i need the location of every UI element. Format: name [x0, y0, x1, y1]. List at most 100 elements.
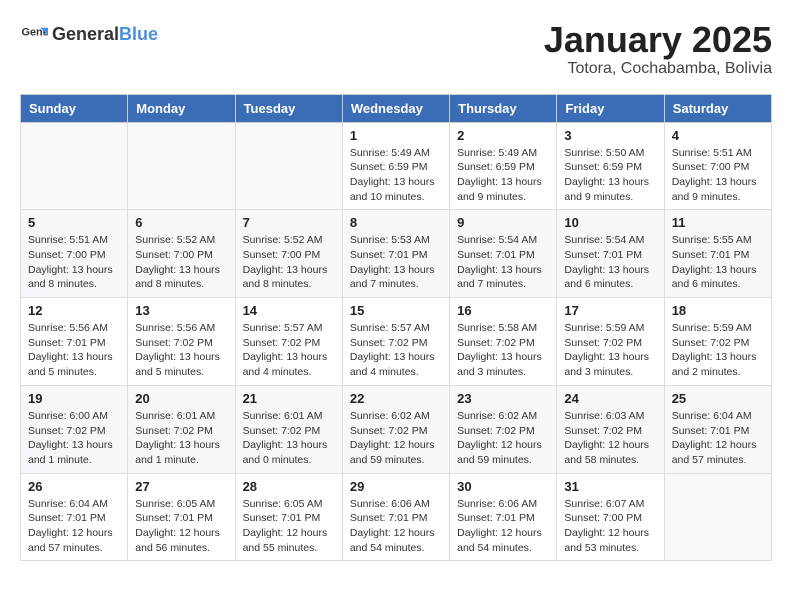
calendar-cell: 17 Sunrise: 5:59 AM Sunset: 7:02 PM Dayli…	[557, 298, 664, 386]
calendar-header-row: SundayMondayTuesdayWednesdayThursdayFrid…	[21, 94, 772, 122]
day-number: 5	[28, 215, 120, 230]
day-info: Sunrise: 5:55 AM Sunset: 7:01 PM Dayligh…	[672, 233, 764, 292]
calendar-cell: 25 Sunrise: 6:04 AM Sunset: 7:01 PM Dayli…	[664, 385, 771, 473]
calendar-cell: 5 Sunrise: 5:51 AM Sunset: 7:00 PM Daylig…	[21, 210, 128, 298]
day-info: Sunrise: 5:52 AM Sunset: 7:00 PM Dayligh…	[243, 233, 335, 292]
calendar-cell: 14Sunrise: 5:57 AM Sunset: 7:02 PM Dayli…	[235, 298, 342, 386]
calendar-cell: 13Sunrise: 5:56 AM Sunset: 7:02 PM Dayli…	[128, 298, 235, 386]
day-info: Sunrise: 6:02 AM Sunset: 7:02 PM Dayligh…	[350, 409, 442, 468]
calendar-cell: 30 Sunrise: 6:06 AM Sunset: 7:01 PM Dayli…	[450, 473, 557, 561]
day-info: Sunrise: 6:02 AM Sunset: 7:02 PM Dayligh…	[457, 409, 549, 468]
day-number: 17	[564, 303, 656, 318]
weekday-header-wednesday: Wednesday	[342, 94, 449, 122]
day-number: 21	[243, 391, 335, 406]
day-info: Sunrise: 5:54 AM Sunset: 7:01 PM Dayligh…	[564, 233, 656, 292]
day-info: Sunrise: 6:05 AM Sunset: 7:01 PM Dayligh…	[135, 497, 227, 556]
day-info: Sunrise: 6:01 AM Sunset: 7:02 PM Dayligh…	[243, 409, 335, 468]
day-number: 2	[457, 128, 549, 143]
day-number: 14	[243, 303, 335, 318]
calendar-week-row: 12 Sunrise: 5:56 AM Sunset: 7:01 PM Dayli…	[21, 298, 772, 386]
calendar-cell	[21, 122, 128, 210]
day-number: 9	[457, 215, 549, 230]
day-info: Sunrise: 5:54 AM Sunset: 7:01 PM Dayligh…	[457, 233, 549, 292]
calendar-week-row: 26 Sunrise: 6:04 AM Sunset: 7:01 PM Dayli…	[21, 473, 772, 561]
calendar-cell: 2Sunrise: 5:49 AM Sunset: 6:59 PM Daylig…	[450, 122, 557, 210]
day-info: Sunrise: 6:03 AM Sunset: 7:02 PM Dayligh…	[564, 409, 656, 468]
calendar-cell: 12 Sunrise: 5:56 AM Sunset: 7:01 PM Dayli…	[21, 298, 128, 386]
calendar-cell: 16Sunrise: 5:58 AM Sunset: 7:02 PM Dayli…	[450, 298, 557, 386]
day-info: Sunrise: 6:04 AM Sunset: 7:01 PM Dayligh…	[28, 497, 120, 556]
day-number: 6	[135, 215, 227, 230]
weekday-header-thursday: Thursday	[450, 94, 557, 122]
day-info: Sunrise: 6:06 AM Sunset: 7:01 PM Dayligh…	[350, 497, 442, 556]
day-info: Sunrise: 6:04 AM Sunset: 7:01 PM Dayligh…	[672, 409, 764, 468]
calendar-week-row: 5 Sunrise: 5:51 AM Sunset: 7:00 PM Daylig…	[21, 210, 772, 298]
day-info: Sunrise: 5:56 AM Sunset: 7:02 PM Dayligh…	[135, 321, 227, 380]
day-info: Sunrise: 5:50 AM Sunset: 6:59 PM Dayligh…	[564, 146, 656, 205]
day-info: Sunrise: 6:05 AM Sunset: 7:01 PM Dayligh…	[243, 497, 335, 556]
day-number: 4	[672, 128, 764, 143]
day-number: 11	[672, 215, 764, 230]
day-info: Sunrise: 6:01 AM Sunset: 7:02 PM Dayligh…	[135, 409, 227, 468]
day-info: Sunrise: 5:51 AM Sunset: 7:00 PM Dayligh…	[672, 146, 764, 205]
weekday-header-friday: Friday	[557, 94, 664, 122]
day-number: 26	[28, 479, 120, 494]
day-info: Sunrise: 5:59 AM Sunset: 7:02 PM Dayligh…	[672, 321, 764, 380]
title-block: January 2025 Totora, Cochabamba, Bolivia	[544, 20, 772, 78]
day-info: Sunrise: 6:06 AM Sunset: 7:01 PM Dayligh…	[457, 497, 549, 556]
day-info: Sunrise: 5:59 AM Sunset: 7:02 PM Dayligh…	[564, 321, 656, 380]
day-number: 24	[564, 391, 656, 406]
calendar-cell	[128, 122, 235, 210]
day-number: 19	[28, 391, 120, 406]
day-number: 3	[564, 128, 656, 143]
page-header: General GeneralBlue January 2025 Totora,…	[20, 20, 772, 78]
day-info: Sunrise: 5:58 AM Sunset: 7:02 PM Dayligh…	[457, 321, 549, 380]
calendar-cell: 28 Sunrise: 6:05 AM Sunset: 7:01 PM Dayli…	[235, 473, 342, 561]
calendar-table: SundayMondayTuesdayWednesdayThursdayFrid…	[20, 94, 772, 562]
day-number: 7	[243, 215, 335, 230]
day-info: Sunrise: 5:49 AM Sunset: 6:59 PM Dayligh…	[350, 146, 442, 205]
day-number: 29	[350, 479, 442, 494]
calendar-cell: 22 Sunrise: 6:02 AM Sunset: 7:02 PM Dayli…	[342, 385, 449, 473]
day-number: 8	[350, 215, 442, 230]
calendar-cell	[235, 122, 342, 210]
day-info: Sunrise: 6:00 AM Sunset: 7:02 PM Dayligh…	[28, 409, 120, 468]
day-number: 31	[564, 479, 656, 494]
calendar-cell: 11 Sunrise: 5:55 AM Sunset: 7:01 PM Dayli…	[664, 210, 771, 298]
calendar-cell: 3 Sunrise: 5:50 AM Sunset: 6:59 PM Daylig…	[557, 122, 664, 210]
day-number: 10	[564, 215, 656, 230]
day-info: Sunrise: 5:57 AM Sunset: 7:02 PM Dayligh…	[350, 321, 442, 380]
location-subtitle: Totora, Cochabamba, Bolivia	[544, 60, 772, 78]
calendar-cell: 23 Sunrise: 6:02 AM Sunset: 7:02 PM Dayli…	[450, 385, 557, 473]
calendar-cell: 20Sunrise: 6:01 AM Sunset: 7:02 PM Dayli…	[128, 385, 235, 473]
day-number: 12	[28, 303, 120, 318]
logo-blue-text: Blue	[119, 24, 158, 44]
calendar-week-row: 1 Sunrise: 5:49 AM Sunset: 6:59 PM Daylig…	[21, 122, 772, 210]
calendar-cell: 29 Sunrise: 6:06 AM Sunset: 7:01 PM Dayli…	[342, 473, 449, 561]
day-number: 28	[243, 479, 335, 494]
calendar-cell: 19 Sunrise: 6:00 AM Sunset: 7:02 PM Dayli…	[21, 385, 128, 473]
weekday-header-sunday: Sunday	[21, 94, 128, 122]
calendar-cell: 18Sunrise: 5:59 AM Sunset: 7:02 PM Dayli…	[664, 298, 771, 386]
calendar-cell: 8Sunrise: 5:53 AM Sunset: 7:01 PM Daylig…	[342, 210, 449, 298]
day-number: 1	[350, 128, 442, 143]
day-number: 22	[350, 391, 442, 406]
day-info: Sunrise: 6:07 AM Sunset: 7:00 PM Dayligh…	[564, 497, 656, 556]
calendar-cell: 6Sunrise: 5:52 AM Sunset: 7:00 PM Daylig…	[128, 210, 235, 298]
calendar-cell: 1 Sunrise: 5:49 AM Sunset: 6:59 PM Daylig…	[342, 122, 449, 210]
weekday-header-tuesday: Tuesday	[235, 94, 342, 122]
calendar-week-row: 19 Sunrise: 6:00 AM Sunset: 7:02 PM Dayli…	[21, 385, 772, 473]
day-number: 30	[457, 479, 549, 494]
day-info: Sunrise: 5:56 AM Sunset: 7:01 PM Dayligh…	[28, 321, 120, 380]
weekday-header-saturday: Saturday	[664, 94, 771, 122]
calendar-cell: 21 Sunrise: 6:01 AM Sunset: 7:02 PM Dayli…	[235, 385, 342, 473]
calendar-cell: 9 Sunrise: 5:54 AM Sunset: 7:01 PM Daylig…	[450, 210, 557, 298]
logo-general-text: General	[52, 24, 119, 44]
calendar-cell: 15Sunrise: 5:57 AM Sunset: 7:02 PM Dayli…	[342, 298, 449, 386]
calendar-cell: 27Sunrise: 6:05 AM Sunset: 7:01 PM Dayli…	[128, 473, 235, 561]
logo-icon: General	[20, 20, 48, 48]
day-info: Sunrise: 5:51 AM Sunset: 7:00 PM Dayligh…	[28, 233, 120, 292]
day-number: 23	[457, 391, 549, 406]
calendar-cell: 10 Sunrise: 5:54 AM Sunset: 7:01 PM Dayli…	[557, 210, 664, 298]
day-number: 25	[672, 391, 764, 406]
